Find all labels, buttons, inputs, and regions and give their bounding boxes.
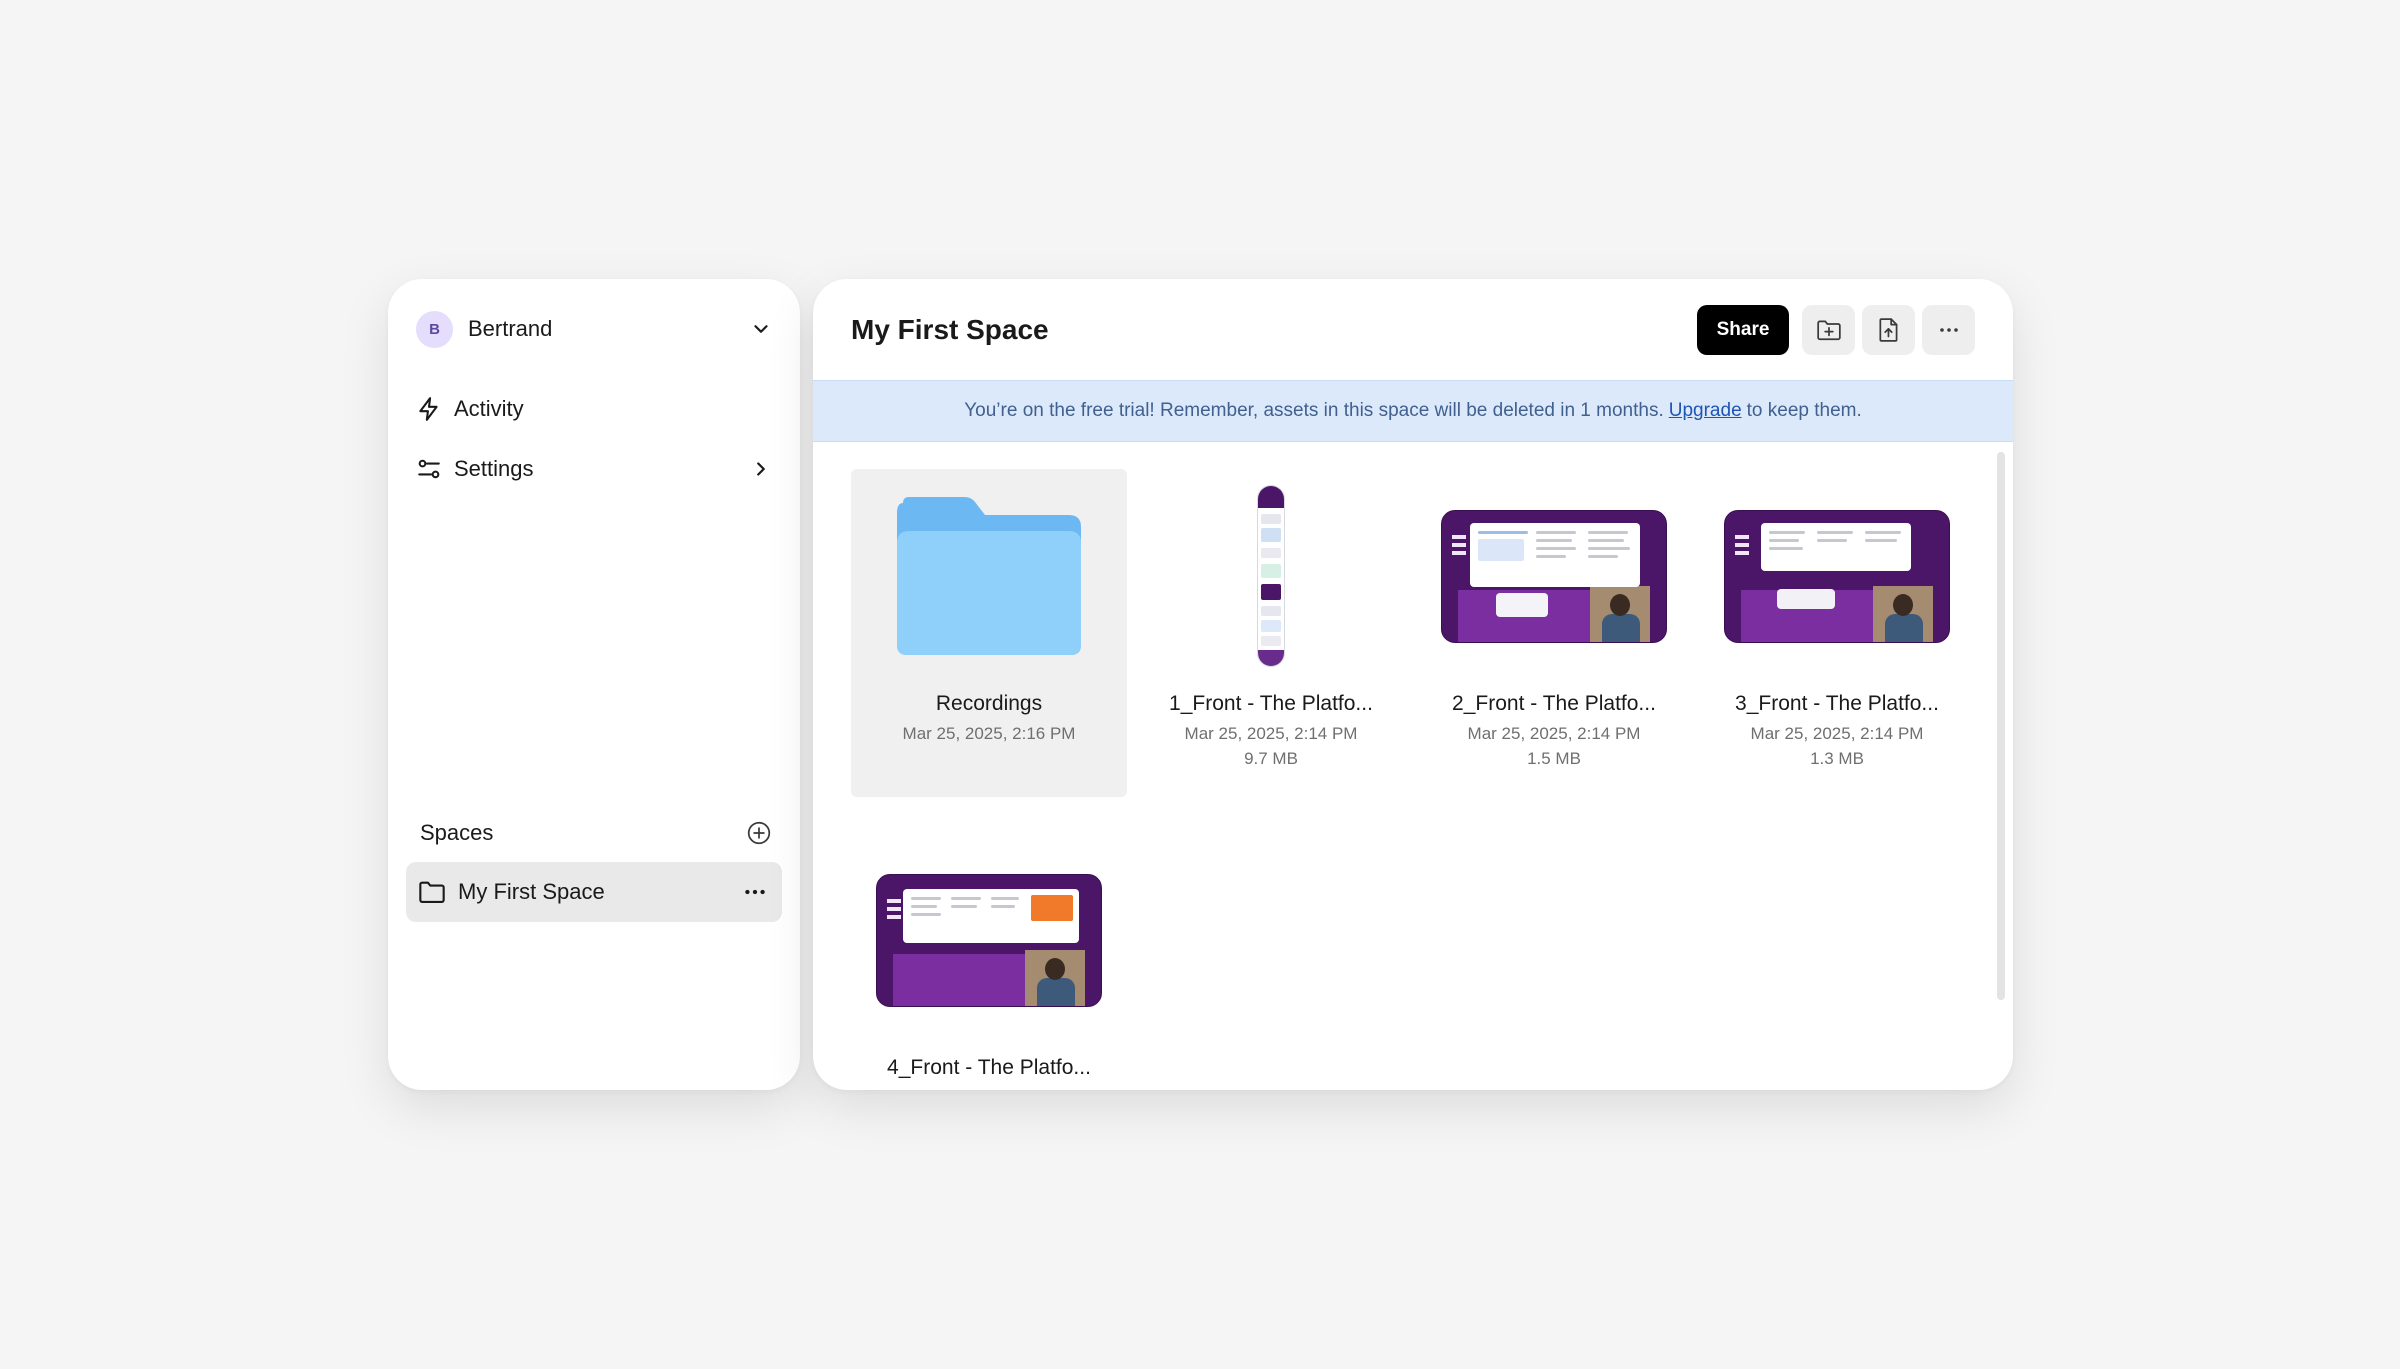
screenshot-thumbnail <box>876 873 1102 1007</box>
item-size: 1.3 MB <box>1810 749 1864 768</box>
folder-plus-icon <box>1816 318 1842 342</box>
folder-icon <box>893 495 1085 657</box>
avatar: B <box>416 310 453 348</box>
more-options-button[interactable] <box>1922 304 1975 355</box>
bolt-icon <box>416 396 442 422</box>
asset-grid: Recordings Mar 25, 2025, 2:16 PM 1_Front… <box>813 442 2013 1090</box>
sidebar: B Bertrand Activity Settings Spaces My F… <box>388 279 800 1090</box>
sidebar-item-label: Settings <box>454 456 534 481</box>
chevron-right-icon <box>750 458 772 480</box>
upload-file-button[interactable] <box>1862 304 1915 355</box>
asset-card[interactable]: 4_Front - The Platfo... <box>851 833 1127 1090</box>
item-date: Mar 25, 2025, 2:16 PM <box>902 724 1076 743</box>
item-name: 4_Front - The Platfo... <box>887 1056 1091 1079</box>
item-name: 3_Front - The Platfo... <box>1735 692 1939 715</box>
asset-card[interactable]: 2_Front - The Platfo... Mar 25, 2025, 2:… <box>1416 469 1692 797</box>
spaces-heading: Spaces <box>420 820 494 845</box>
asset-thumbnail <box>1416 483 1692 669</box>
item-date: Mar 25, 2025, 2:14 PM <box>1467 724 1641 743</box>
item-size: 1.5 MB <box>1527 749 1581 768</box>
more-icon[interactable] <box>742 879 768 905</box>
asset-thumbnail <box>1699 483 1975 669</box>
account-name: Bertrand <box>468 316 553 341</box>
sidebar-item-label: Activity <box>454 396 524 421</box>
screenshot-thumbnail <box>1441 509 1667 643</box>
folder-card[interactable]: Recordings Mar 25, 2025, 2:16 PM <box>851 469 1127 797</box>
main-panel: My First Space Share You’re on the free … <box>813 279 2013 1090</box>
folder-thumbnail <box>851 483 1127 669</box>
item-name: 2_Front - The Platfo... <box>1452 692 1656 715</box>
new-folder-button[interactable] <box>1802 304 1855 355</box>
banner-text: You’re on the free trial! Remember, asse… <box>964 400 1664 421</box>
asset-thumbnail <box>851 847 1127 1033</box>
spaces-section-header: Spaces <box>420 813 772 853</box>
file-upload-icon <box>1877 317 1901 343</box>
main-header: My First Space Share <box>813 279 2013 380</box>
item-size: 9.7 MB <box>1244 749 1298 768</box>
sliders-icon <box>416 456 442 482</box>
item-name: Recordings <box>935 692 1043 715</box>
chevron-down-icon[interactable] <box>750 318 772 340</box>
share-button[interactable]: Share <box>1697 304 1789 355</box>
sidebar-item-label: My First Space <box>458 879 605 904</box>
free-trial-banner: You’re on the free trial! Remember, asse… <box>813 380 2013 442</box>
tall-screenshot-thumbnail <box>1257 485 1285 667</box>
banner-text-end: to keep them. <box>1746 400 1862 421</box>
item-date: Mar 25, 2025, 2:14 PM <box>1750 724 1924 743</box>
account-switcher[interactable]: B Bertrand <box>416 309 772 349</box>
more-icon <box>1937 318 1961 342</box>
page-title: My First Space <box>851 313 1049 345</box>
asset-card[interactable]: 1_Front - The Platfo... Mar 25, 2025, 2:… <box>1133 469 1409 797</box>
sidebar-item-settings[interactable]: Settings <box>416 449 772 489</box>
item-date: Mar 25, 2025, 2:14 PM <box>1184 724 1358 743</box>
asset-card[interactable]: 3_Front - The Platfo... Mar 25, 2025, 2:… <box>1699 469 1975 797</box>
asset-thumbnail <box>1133 483 1409 669</box>
item-name: 1_Front - The Platfo... <box>1169 692 1373 715</box>
add-space-icon[interactable] <box>746 820 772 846</box>
folder-icon <box>418 879 446 905</box>
screenshot-thumbnail <box>1724 509 1950 643</box>
sidebar-item-activity[interactable]: Activity <box>416 389 772 429</box>
sidebar-item-my-first-space[interactable]: My First Space <box>406 862 782 922</box>
upgrade-link[interactable]: Upgrade <box>1669 400 1742 422</box>
scrollbar[interactable] <box>1997 452 2005 1000</box>
